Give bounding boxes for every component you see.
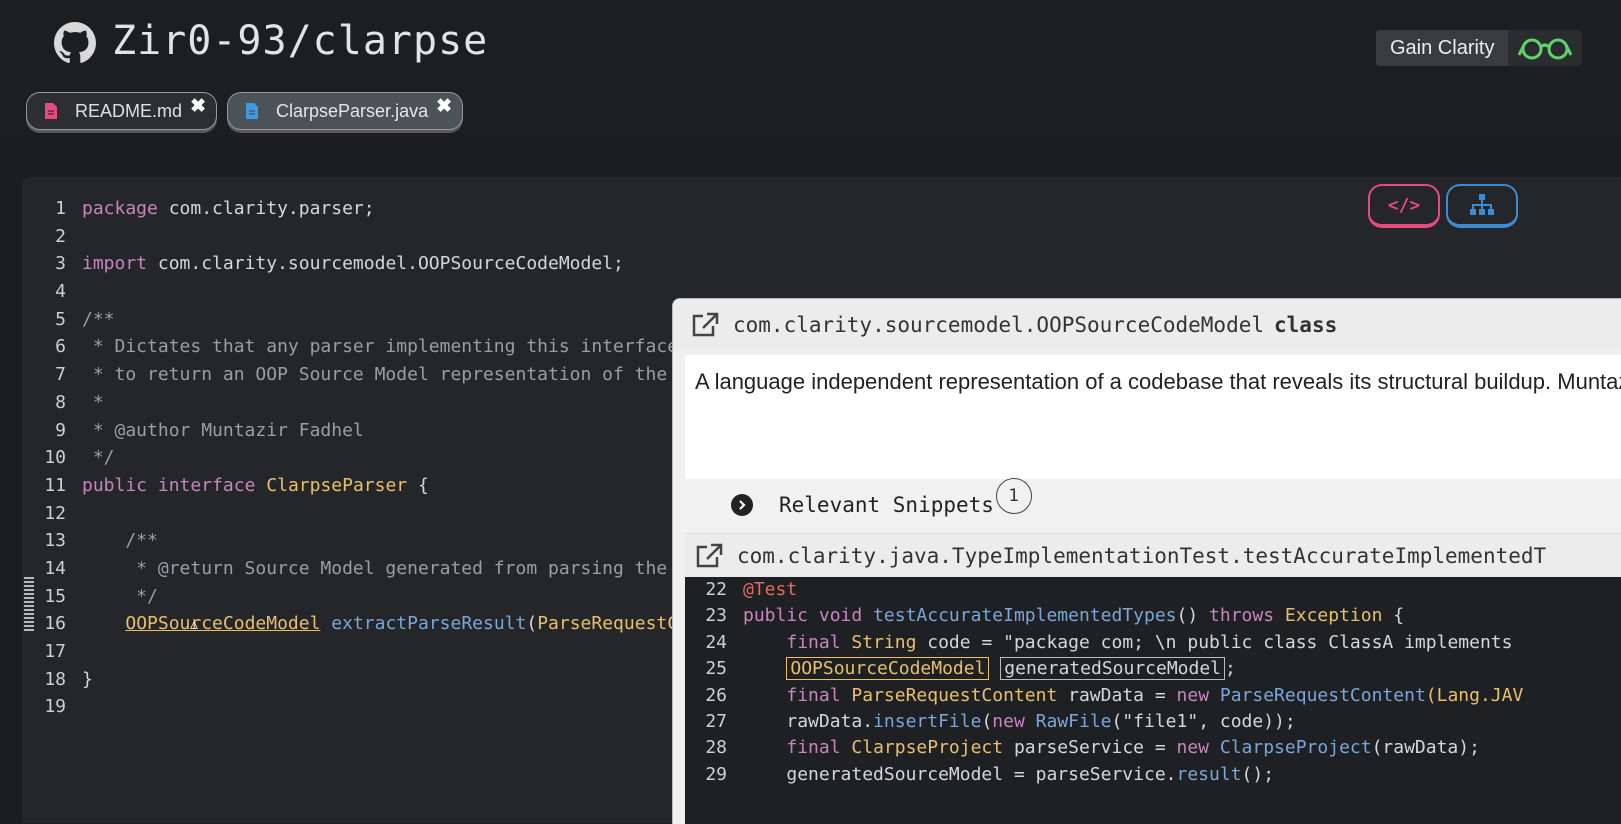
gain-clarity-button[interactable]: Gain Clarity bbox=[1376, 30, 1583, 66]
code-line: 18} bbox=[44, 668, 93, 690]
repo-title: Zir0-93/clarpse bbox=[112, 18, 489, 64]
tab-label: ClarpseParser.java bbox=[276, 100, 429, 121]
resize-handle[interactable] bbox=[24, 577, 34, 631]
description-box: A language independent representation of… bbox=[685, 355, 1621, 479]
code-line: 16 OOPSourceCodeModel extractParseResult… bbox=[44, 613, 689, 635]
code-icon: </> bbox=[1387, 194, 1421, 216]
github-icon[interactable] bbox=[54, 22, 96, 64]
panel-title: com.clarity.sourcemodel.OOPSourceCodeMod… bbox=[733, 313, 1338, 337]
snippet-line: 28 final ClarpseProject parseService = n… bbox=[705, 737, 1480, 759]
code-line: 6 * Dictates that any parser implementin… bbox=[55, 336, 679, 358]
code-line: 15 */ bbox=[44, 585, 158, 607]
snippet-line: 22 @Test bbox=[705, 579, 798, 600]
view-toggle: </> bbox=[1368, 184, 1518, 228]
code-line: 12 bbox=[44, 502, 66, 524]
snippets-label: Relevant Snippets bbox=[779, 493, 994, 517]
code-line: 3 import com.clarity.sourcemodel.OOPSourc… bbox=[55, 253, 624, 275]
tree-icon bbox=[1470, 194, 1494, 215]
app-header: Zir0-93/clarpse Gain Clarity README.md ✖… bbox=[0, 0, 1621, 140]
snippet-line: 23 public void testAccurateImplementedTyp… bbox=[705, 605, 1405, 627]
code-line: 1 package com.clarity.parser; bbox=[55, 198, 375, 219]
code-line: 14 * @return Source Model generated from… bbox=[44, 557, 689, 579]
code-view-button[interactable]: </> bbox=[1368, 184, 1440, 228]
external-link-icon[interactable] bbox=[695, 543, 723, 569]
code-line: 4 bbox=[55, 281, 66, 303]
code-line: 13 /** bbox=[44, 530, 158, 552]
chevron-right-icon bbox=[731, 494, 753, 516]
relevant-snippets-toggle[interactable]: Relevant Snippets 1 bbox=[685, 478, 1621, 527]
snippets-count-badge: 1 bbox=[995, 478, 1032, 514]
snippet-header: com.clarity.java.TypeImplementationTest.… bbox=[685, 533, 1621, 578]
snippet-line: 27 rawData.insertFile(new RawFile("file1… bbox=[705, 710, 1296, 732]
mouse-cursor-icon: ▵ bbox=[190, 614, 199, 633]
code-line: 19 bbox=[44, 696, 66, 718]
snippet-title: com.clarity.java.TypeImplementationTest.… bbox=[737, 544, 1547, 568]
code-line: 2 bbox=[55, 225, 66, 247]
code-line: 10 */ bbox=[44, 447, 115, 469]
snippet-code: 22 @Test 23 public void testAccurateImplem… bbox=[685, 577, 1621, 824]
code-line: 11 public interface ClarpseParser { bbox=[44, 474, 429, 496]
snippet-line: 26 final ParseRequestContent rawData = n… bbox=[705, 684, 1524, 706]
type-info-panel: com.clarity.sourcemodel.OOPSourceCodeMod… bbox=[672, 298, 1621, 824]
glasses-icon bbox=[1508, 30, 1583, 66]
tab-label: README.md bbox=[75, 100, 183, 121]
code-area: 1 package com.clarity.parser; 2 3 import c… bbox=[22, 195, 689, 721]
external-link-icon[interactable] bbox=[691, 312, 719, 338]
snippet-line: 29 generatedSourceModel = parseService.r… bbox=[705, 763, 1275, 785]
panel-header: com.clarity.sourcemodel.OOPSourceCodeMod… bbox=[673, 299, 1621, 351]
oop-source-code-model-token[interactable]: OOPSourceCodeModel bbox=[125, 613, 320, 634]
file-icon bbox=[45, 103, 57, 119]
tree-view-button[interactable] bbox=[1446, 184, 1518, 228]
file-tabs: README.md ✖ ClarpseParser.java ✖ bbox=[26, 92, 464, 130]
code-line: 8 * bbox=[55, 391, 104, 413]
code-line: 7 * to return an OOP Source Model repres… bbox=[55, 364, 689, 386]
tab-readme[interactable]: README.md ✖ bbox=[26, 92, 218, 130]
description-text: A language independent representation of… bbox=[695, 369, 1621, 394]
snippet-line: 24 final String code = "package com; \n … bbox=[705, 631, 1513, 653]
code-line: 9 * @author Muntazir Fadhel bbox=[55, 419, 364, 441]
gain-clarity-label: Gain Clarity bbox=[1376, 30, 1509, 66]
code-line: 5/** bbox=[55, 308, 115, 330]
snippet-line: 25 OOPSourceCodeModel generatedSourceMod… bbox=[705, 657, 1236, 681]
tab-clarpseparser[interactable]: ClarpseParser.java ✖ bbox=[227, 92, 464, 130]
code-line: 17 bbox=[44, 641, 66, 662]
file-icon bbox=[246, 103, 259, 119]
close-icon[interactable]: ✖ bbox=[190, 95, 206, 118]
close-icon[interactable]: ✖ bbox=[436, 95, 452, 118]
